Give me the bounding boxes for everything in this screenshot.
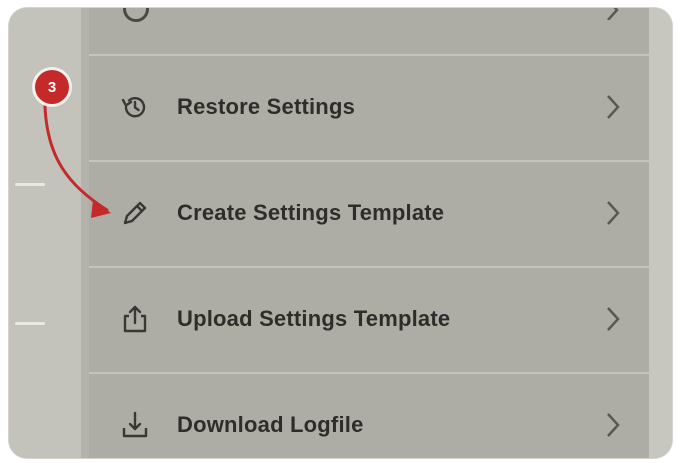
chevron-right-icon: [605, 8, 621, 21]
restore-history-icon: [119, 91, 151, 123]
menu-item-label: Restore Settings: [177, 94, 356, 119]
settings-menu-panel: Restore Settings Create Settings Templat…: [89, 8, 649, 458]
menu-item-label: Upload Settings Template: [177, 306, 451, 331]
menu-item-upload-settings-template[interactable]: Upload Settings Template: [89, 266, 649, 370]
partial-icon: [123, 8, 149, 22]
step-number-badge: 3: [35, 70, 69, 104]
chevron-right-icon: [605, 305, 621, 333]
menu-item-create-settings-template[interactable]: Create Settings Template: [89, 160, 649, 264]
sidebar-marker: [15, 183, 45, 186]
menu-item-label: Download Logfile: [177, 412, 364, 437]
screenshot-frame: Restore Settings Create Settings Templat…: [9, 8, 672, 458]
menu-item-restore-settings[interactable]: Restore Settings: [89, 54, 649, 158]
chevron-right-icon: [605, 199, 621, 227]
chevron-right-icon: [605, 411, 621, 439]
menu-item-label: Create Settings Template: [177, 200, 445, 225]
upload-icon: [119, 303, 151, 335]
chevron-right-icon: [605, 93, 621, 121]
menu-item-partial[interactable]: [89, 8, 649, 54]
menu-item-download-logfile[interactable]: Download Logfile: [89, 372, 649, 458]
sidebar-marker: [15, 322, 45, 325]
pencil-icon: [119, 197, 151, 229]
download-icon: [119, 409, 151, 441]
